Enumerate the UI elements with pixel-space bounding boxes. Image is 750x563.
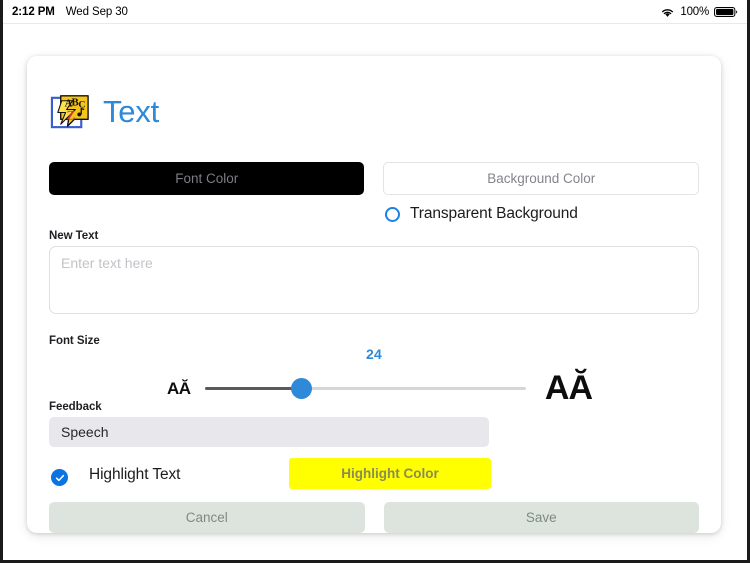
font-color-button[interactable]: Font Color [49, 162, 365, 195]
font-size-slider[interactable] [205, 377, 526, 399]
checkmark-icon [55, 474, 64, 481]
slider-track-fill [205, 387, 302, 390]
text-settings-card: A B C Z Text Font Color Background Color… [27, 56, 721, 533]
color-buttons-row: Font Color Background Color [49, 162, 699, 195]
highlight-color-button[interactable]: Highlight Color [289, 458, 491, 489]
radio-unchecked-icon[interactable] [385, 206, 400, 222]
status-date: Wed Sep 30 [65, 5, 128, 18]
abc-text-app-icon: A B C Z [50, 95, 89, 129]
transparent-background-label: Transparent Background [410, 205, 578, 222]
slider-thumb[interactable] [291, 378, 313, 399]
battery-percent-label: 100% [680, 5, 709, 18]
status-time: 2:12 PM [12, 5, 55, 18]
new-text-label: New Text [49, 230, 99, 242]
new-text-input[interactable] [49, 246, 699, 314]
footer-buttons-row: Cancel Save [49, 502, 699, 533]
feedback-label: Feedback [49, 401, 102, 413]
status-bar-right: 100% [660, 6, 738, 18]
feedback-select[interactable]: Speech [49, 417, 489, 447]
wifi-icon [662, 8, 674, 17]
font-size-value: 24 [366, 346, 382, 362]
tablet-screen: 2:12 PM Wed Sep 30 100% A B C Z Text Fon… [0, 0, 750, 563]
font-size-slider-row: AĂ AĂ [167, 366, 593, 410]
battery-icon [714, 6, 738, 17]
save-button[interactable]: Save [383, 502, 699, 533]
status-bar-left: 2:12 PM Wed Sep 30 [12, 6, 128, 18]
large-text-icon: AĂ [544, 369, 593, 407]
page-title: Text [103, 94, 160, 129]
background-color-button[interactable]: Background Color [383, 162, 699, 195]
status-bar: 2:12 PM Wed Sep 30 100% [3, 0, 747, 23]
cancel-button[interactable]: Cancel [49, 502, 365, 533]
page-background: A B C Z Text Font Color Background Color… [3, 24, 747, 560]
small-text-icon: AĂ [167, 378, 191, 398]
highlight-text-checkbox[interactable] [51, 469, 68, 486]
highlight-text-label: Highlight Text [89, 466, 181, 483]
transparent-background-option[interactable]: Transparent Background [385, 205, 578, 223]
card-header: A B C Z Text [49, 90, 159, 133]
svg-text:Z: Z [67, 108, 75, 122]
